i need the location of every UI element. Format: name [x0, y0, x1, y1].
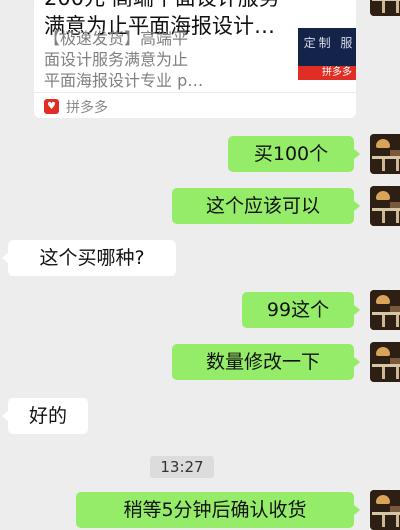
message-bubble-outgoing[interactable]: 数量修改一下: [172, 344, 360, 380]
message-bubble-outgoing[interactable]: 99这个: [242, 292, 360, 328]
message-bubble-outgoing[interactable]: 稍等5分钟后确认收货: [76, 492, 360, 528]
avatar[interactable]: [370, 290, 400, 330]
card-footer: ♥ 拼多多: [34, 92, 356, 118]
message-bubble-outgoing[interactable]: 这个应该可以: [172, 188, 360, 224]
avatar[interactable]: [370, 134, 400, 174]
avatar[interactable]: [370, 0, 400, 16]
timestamp: 13:27: [150, 456, 214, 478]
message-bubble-outgoing[interactable]: 买100个: [228, 136, 360, 172]
product-thumbnail: 定制 服务 拼多多: [298, 28, 356, 80]
avatar[interactable]: [370, 342, 400, 382]
product-description-line3: 平面海报设计专业 p…: [44, 71, 204, 90]
message-bubble-incoming[interactable]: 好的: [2, 398, 88, 434]
card-source-label: 拼多多: [66, 100, 108, 116]
product-card[interactable]: 200元 高端平面设计服务 满意为止平面海报设计… 【极速发货】高端平 面设计服…: [34, 0, 356, 118]
avatar[interactable]: [370, 490, 400, 530]
product-description: 【极速发货】高端平 面设计服务满意为止 平面海报设计专业 p…: [44, 28, 256, 91]
thumbnail-badge: 拼多多: [298, 66, 356, 80]
thumbnail-text: 定制 服务: [303, 36, 356, 50]
product-description-line2: 面设计服务满意为止: [44, 50, 189, 69]
pinduoduo-logo-icon: ♥: [44, 99, 59, 114]
message-bubble-incoming[interactable]: 这个买哪种?: [2, 240, 176, 276]
avatar[interactable]: [370, 186, 400, 226]
product-description-line1: 【极速发货】高端平: [44, 29, 189, 48]
product-title-line1: 200元 高端平面设计服务: [44, 0, 280, 12]
